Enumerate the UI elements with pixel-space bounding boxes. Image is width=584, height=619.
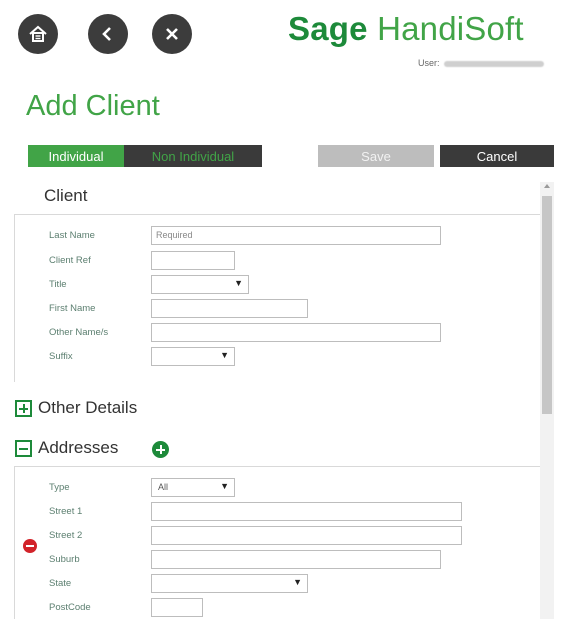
scrollbar-thumb[interactable] <box>542 196 552 414</box>
close-icon <box>166 28 178 40</box>
remove-address-icon[interactable] <box>23 539 37 553</box>
suffix-label: Suffix <box>49 350 73 362</box>
user-label: User: <box>418 58 440 68</box>
dropdown-arrow-icon: ▼ <box>234 277 243 288</box>
type-select-value: All <box>158 482 169 492</box>
brand-name-handisoft: HandiSoft <box>377 10 524 47</box>
dropdown-arrow-icon: ▼ <box>220 349 229 360</box>
user-info: User: <box>418 58 544 68</box>
brand-name-sage: Sage <box>288 10 368 47</box>
cancel-button[interactable]: Cancel <box>440 145 554 167</box>
client-ref-label: Client Ref <box>49 254 91 266</box>
collapse-minus-icon[interactable] <box>15 440 32 457</box>
suburb-label: Suburb <box>49 553 80 565</box>
expand-plus-icon[interactable] <box>15 400 32 417</box>
addresses-title[interactable]: Addresses <box>38 438 118 458</box>
first-name-field[interactable] <box>151 298 308 318</box>
other-names-label: Other Name/s <box>49 326 109 338</box>
type-select[interactable]: All ▼ <box>151 477 235 497</box>
form-scroll-area: Client Last Name Required Client Ref Tit… <box>10 178 556 619</box>
other-names-field[interactable] <box>151 322 441 342</box>
dropdown-arrow-icon: ▼ <box>293 576 302 587</box>
back-button[interactable] <box>88 14 128 54</box>
client-ref-field[interactable] <box>151 250 235 270</box>
home-button[interactable] <box>18 14 58 54</box>
street2-field[interactable] <box>151 525 462 545</box>
street2-label: Street 2 <box>49 529 83 541</box>
title-label: Title <box>49 278 67 290</box>
last-name-field[interactable]: Required <box>151 225 441 245</box>
postcode-label: PostCode <box>49 601 91 613</box>
other-details-title[interactable]: Other Details <box>38 398 137 418</box>
page-title: Add Client <box>26 90 160 122</box>
suburb-field[interactable] <box>151 549 441 569</box>
user-name-redacted <box>443 60 544 67</box>
street1-field[interactable] <box>151 501 462 521</box>
title-select[interactable]: ▼ <box>151 274 249 294</box>
street1-label: Street 1 <box>49 505 83 517</box>
close-button[interactable] <box>152 14 192 54</box>
non-individual-tab[interactable]: Non Individual <box>124 145 262 167</box>
state-label: State <box>49 577 72 589</box>
individual-tab[interactable]: Individual <box>28 145 124 167</box>
brand-logo: Sage HandiSoft <box>288 10 524 48</box>
add-address-icon[interactable] <box>152 441 169 458</box>
chevron-left-icon <box>102 27 111 41</box>
vertical-scrollbar[interactable] <box>540 182 554 619</box>
save-button[interactable]: Save <box>318 145 434 167</box>
postcode-field[interactable] <box>151 597 203 617</box>
dropdown-arrow-icon: ▼ <box>220 480 229 491</box>
last-name-label: Last Name <box>49 229 95 241</box>
first-name-label: First Name <box>49 302 96 314</box>
type-label: Type <box>49 481 70 493</box>
scroll-up-arrow-icon[interactable] <box>544 184 550 188</box>
address-panel: Type All ▼ Street 1 Street 2 Suburb Stat… <box>14 466 542 619</box>
client-section-title: Client <box>44 186 88 205</box>
home-icon <box>29 25 47 42</box>
state-select[interactable]: ▼ <box>151 573 308 593</box>
client-panel: Last Name Required Client Ref Title ▼ Fi… <box>14 214 542 382</box>
suffix-select[interactable]: ▼ <box>151 346 235 366</box>
